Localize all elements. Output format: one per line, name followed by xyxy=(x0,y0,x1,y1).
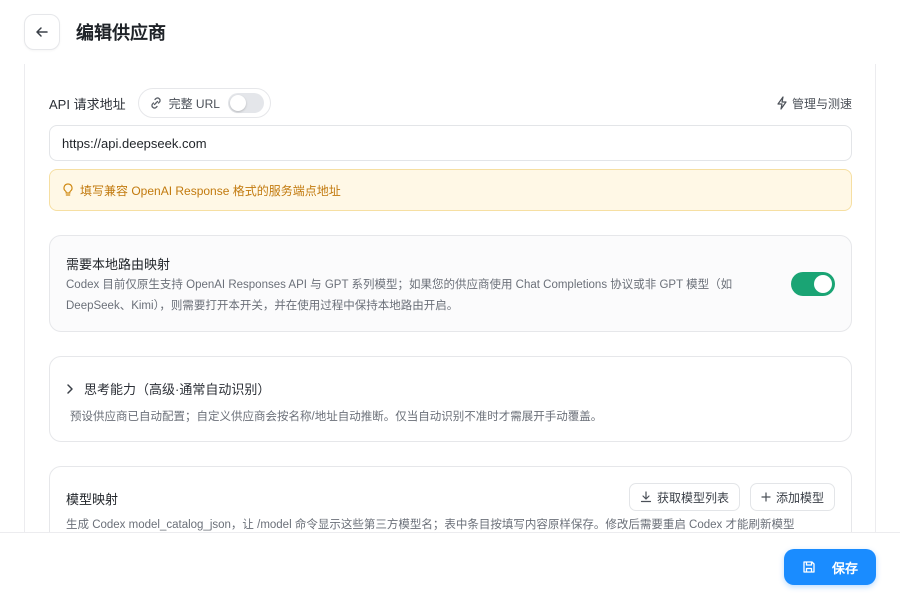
add-model-label: 添加模型 xyxy=(775,490,824,505)
lightbulb-icon xyxy=(63,183,73,196)
full-url-switch[interactable] xyxy=(227,93,264,113)
api-url-hint: 填写兼容 OpenAI Response 格式的服务端点地址 xyxy=(49,169,852,211)
manage-speedtest-label: 管理与测速 xyxy=(791,96,852,111)
page-title: 编辑供应商 xyxy=(76,23,166,43)
manage-speedtest-link[interactable]: 管理与测速 xyxy=(776,95,852,112)
save-label: 保存 xyxy=(831,560,858,576)
back-button[interactable] xyxy=(24,14,60,50)
plus-icon xyxy=(761,492,771,502)
full-url-toggle[interactable]: 完整 URL xyxy=(137,88,271,118)
arrow-left-icon xyxy=(36,27,48,37)
local-routing-desc: Codex 目前仅原生支持 OpenAI Responses API 与 GPT… xyxy=(66,275,766,317)
local-routing-switch[interactable] xyxy=(791,272,835,296)
fetch-models-label: 获取模型列表 xyxy=(656,490,729,505)
api-url-row: API 请求地址 完整 URL 管理与测速 xyxy=(49,88,852,118)
hint-text: 填写兼容 OpenAI Response 格式的服务端点地址 xyxy=(80,183,341,198)
form-scroll-area[interactable]: API 请求地址 完整 URL 管理与测速 填写兼容 OpenAI Respon… xyxy=(24,64,876,532)
add-model-button[interactable]: 添加模型 xyxy=(749,483,835,511)
fetch-models-button[interactable]: 获取模型列表 xyxy=(628,483,740,511)
thinking-title: 思考能力（高级·通常自动识别） xyxy=(84,382,271,397)
save-button[interactable]: 保存 xyxy=(784,549,876,585)
model-mapping-card: 模型映射 获取模型列表 添加模型 生成 Codex model_catalog_… xyxy=(49,466,852,532)
full-url-label: 完整 URL xyxy=(168,96,220,111)
save-icon xyxy=(803,561,815,573)
model-mapping-title: 模型映射 xyxy=(66,492,119,507)
thinking-expander[interactable]: 思考能力（高级·通常自动识别） xyxy=(66,379,270,398)
chevron-right-icon xyxy=(67,383,73,394)
thinking-card: 思考能力（高级·通常自动识别） 预设供应商已自动配置；自定义供应商会按名称/地址… xyxy=(49,356,852,442)
footer-bar: 保存 xyxy=(0,532,900,600)
download-icon xyxy=(640,491,652,503)
link-icon xyxy=(150,97,161,109)
local-routing-desc-line1: Codex 目前仅原生支持 OpenAI Responses API 与 GPT… xyxy=(66,279,733,291)
local-routing-title: 需要本地路由映射 xyxy=(66,257,171,272)
model-mapping-desc: 生成 Codex model_catalog_json，让 /model 命令显… xyxy=(66,519,795,531)
lightning-icon xyxy=(777,96,787,110)
local-routing-desc-line2: DeepSeek、Kimi），则需要打开本开关，并在使用过程中保持本地路由开启。 xyxy=(66,300,459,312)
api-url-input[interactable] xyxy=(49,125,852,161)
thinking-desc: 预设供应商已自动配置；自定义供应商会按名称/地址自动推断。仅当自动识别不准时才需… xyxy=(70,411,603,423)
api-url-label: API 请求地址 xyxy=(49,96,126,112)
page-header: 编辑供应商 xyxy=(0,0,900,64)
local-routing-card: 需要本地路由映射 Codex 目前仅原生支持 OpenAI Responses … xyxy=(49,235,852,332)
